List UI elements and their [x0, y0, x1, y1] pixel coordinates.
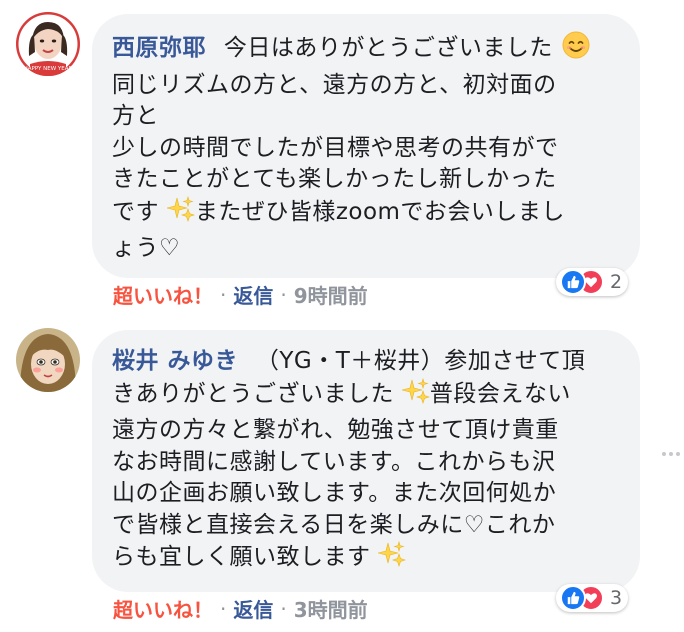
super-like-button[interactable]: 超いいね！: [113, 594, 213, 623]
comment-line: 遠方の方々と繋がれ、勉強させて頂け貴重: [112, 417, 559, 443]
comment-line: です またぜひ皆様zoomでお会いしまし: [112, 195, 620, 234]
comment-line: らも宜しく願い致します: [112, 540, 620, 579]
smiling-face-emoji-icon: [561, 30, 591, 70]
comment-line: 少しの時間でしたが目標や思考の共有がで: [112, 134, 559, 161]
comment-line: 方と: [112, 103, 159, 129]
author-name[interactable]: 桜井 みゆき: [112, 348, 238, 374]
sparkles-emoji-icon: [401, 377, 430, 416]
sparkles-emoji-icon: [378, 540, 407, 579]
avatar-nishihara[interactable]: HAPPY NEW YEAR: [16, 12, 80, 76]
separator-dot: ·: [220, 282, 227, 307]
like-icon: [560, 585, 586, 611]
comment-text: またぜひ皆様zoomでお会いしまし: [194, 198, 565, 225]
comment-text: （YG・T＋桜井）参加させて頂: [255, 348, 586, 374]
comment-2: 桜井 みゆき （YG・T＋桜井）参加させて頂 きありがとうございました 普段会え…: [0, 320, 684, 632]
super-like-button[interactable]: 超いいね！: [113, 280, 213, 309]
sparkles-emoji-icon: [166, 195, 195, 234]
comment-text: 普段会えない: [429, 380, 571, 407]
comment-text: 今日はありがとうございました: [223, 35, 553, 61]
reply-button[interactable]: 返信: [233, 280, 273, 309]
reply-button[interactable]: 返信: [233, 594, 273, 623]
reaction-summary[interactable]: 3: [556, 584, 629, 612]
separator-dot: ·: [280, 282, 287, 307]
reaction-count: 3: [610, 587, 623, 609]
comment-line: きありがとうございました 普段会えない: [112, 377, 620, 416]
separator-dot: ·: [220, 596, 227, 621]
comment-line: なお時間に感謝しています。これからも沢: [112, 448, 556, 475]
comment-line: 山の企画お願い致します。また次回何処か: [112, 480, 557, 506]
separator-dot: ·: [280, 596, 287, 621]
like-icon: [560, 269, 586, 295]
comment-actions: 超いいね！ · 返信 · 3時間前: [113, 594, 368, 623]
comment-line: ょう♡: [112, 235, 181, 261]
reaction-summary[interactable]: 2: [556, 268, 629, 296]
author-name[interactable]: 西原弥耶: [112, 35, 206, 61]
avatar-sakurai[interactable]: [16, 328, 80, 392]
timestamp-link[interactable]: 9時間前: [294, 280, 368, 309]
timestamp-link[interactable]: 3時間前: [294, 594, 368, 623]
comment-actions: 超いいね！ · 返信 · 9時間前: [113, 280, 368, 309]
comment-text: らも宜しく願い致します: [112, 544, 371, 570]
avatar-badge: HAPPY NEW YEAR: [24, 66, 73, 72]
comment-bubble: 西原弥耶 今日はありがとうございました 同じリズムの方と、遠方の方と、初対面の …: [92, 14, 640, 278]
comment-line: きたことがとても楽しかったし新しかった: [112, 166, 557, 192]
comment-text: きありがとうございました: [112, 380, 394, 407]
comment-line: 西原弥耶 今日はありがとうございました: [112, 30, 620, 70]
comment-line: 同じリズムの方と、遠方の方と、初対面の: [112, 71, 557, 98]
avatar-image: [16, 328, 80, 392]
avatar-image: HAPPY NEW YEAR: [16, 12, 80, 76]
comment-bubble: 桜井 みゆき （YG・T＋桜井）参加させて頂 きありがとうございました 普段会え…: [92, 330, 640, 592]
comment-1: HAPPY NEW YEAR 西原弥耶 今日はありがとうございました 同じリズム…: [0, 0, 684, 320]
comment-text: です: [112, 198, 159, 225]
reaction-count: 2: [610, 271, 623, 293]
comment-line: 桜井 みゆき （YG・T＋桜井）参加させて頂: [112, 346, 620, 378]
comment-line: で皆様と直接会える日を楽しみに♡これか: [112, 511, 556, 538]
more-options-icon[interactable]: [662, 452, 680, 456]
